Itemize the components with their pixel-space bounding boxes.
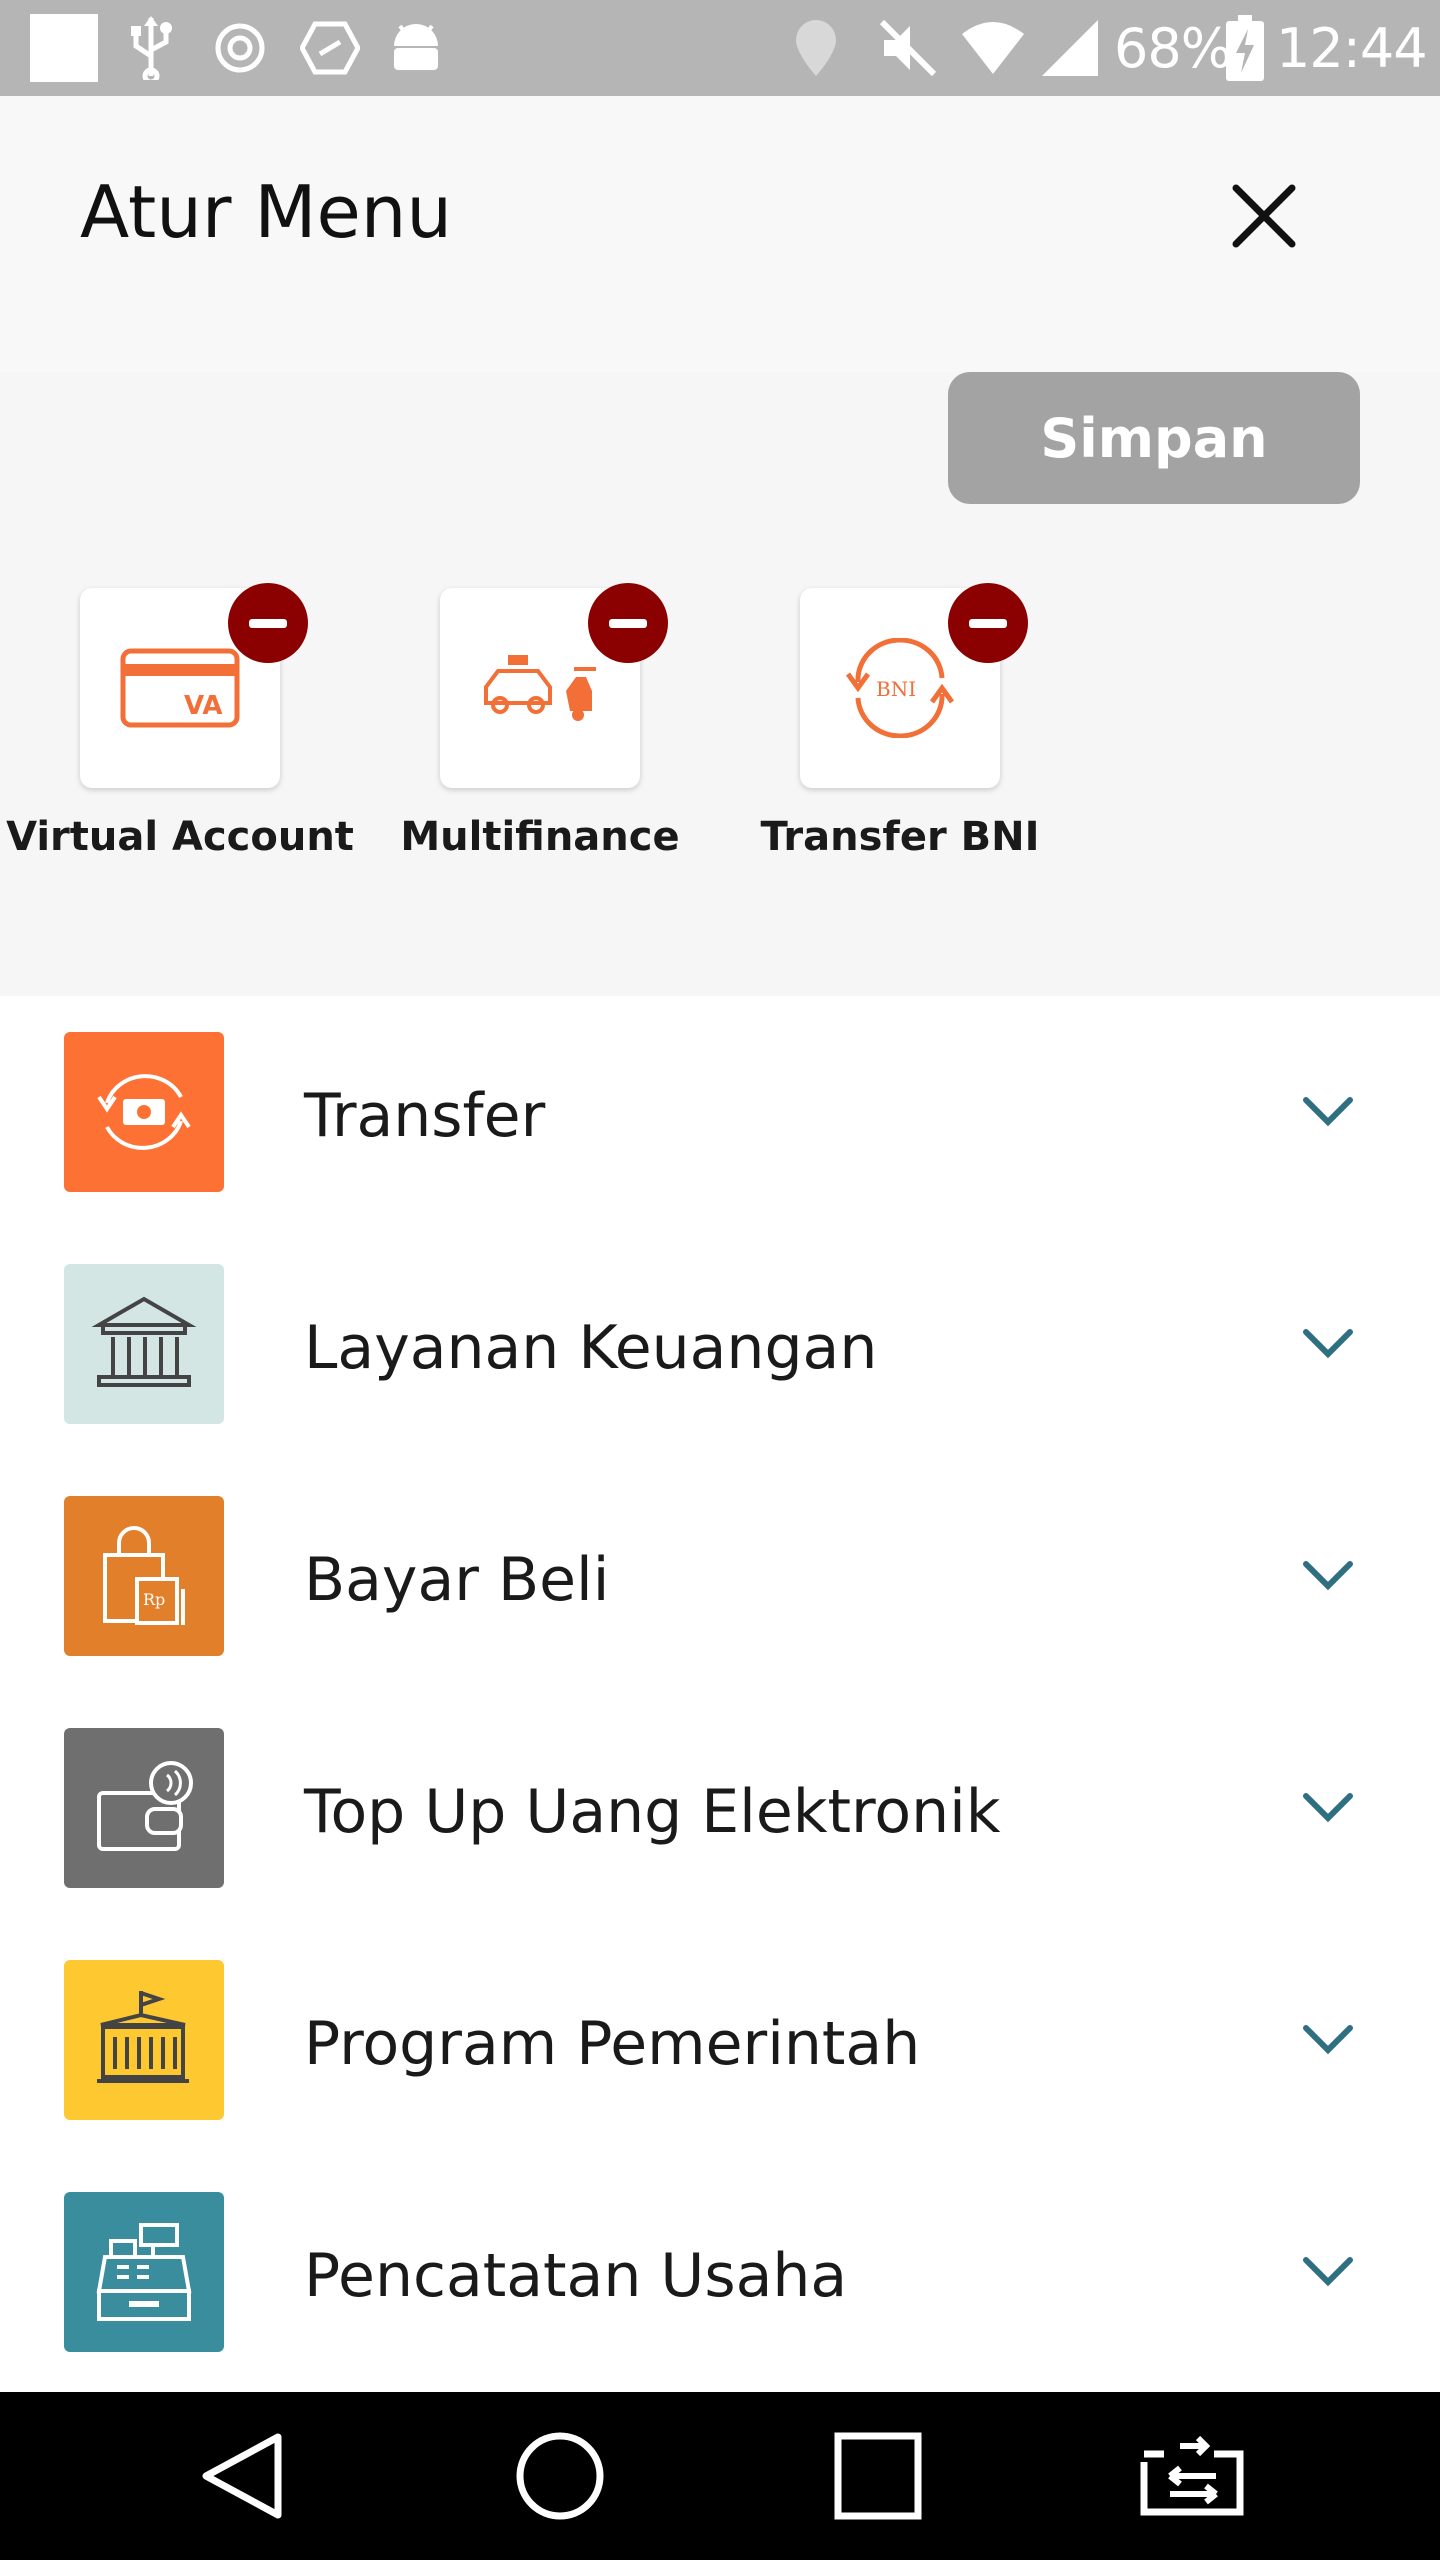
category-bayar-beli[interactable]: Rp Bayar Beli (0, 1464, 1440, 1696)
transfer-icon (97, 1074, 191, 1150)
category-label: Top Up Uang Elektronik (304, 1777, 1001, 1847)
status-bar: 68% 12:44 (0, 0, 1440, 96)
home-icon (516, 2432, 604, 2520)
category-icon-box (64, 1960, 224, 2120)
category-icon-box (64, 2192, 224, 2352)
usb-icon (126, 0, 176, 96)
home-button[interactable] (514, 2392, 606, 2560)
transfer-bni-icon: BNI (845, 638, 955, 738)
government-building-icon (97, 1991, 189, 2083)
selected-item-label: Virtual Account (6, 814, 354, 860)
remove-item-button[interactable] (588, 583, 668, 663)
e-wallet-icon (97, 1761, 193, 1851)
battery-charging-icon (1226, 0, 1264, 96)
category-program-pemerintah[interactable]: Program Pemerintah (0, 1928, 1440, 2160)
selected-item-label: Transfer BNI (760, 814, 1040, 860)
category-transfer[interactable]: Transfer (0, 1000, 1440, 1232)
recents-button[interactable] (834, 2392, 922, 2560)
cash-register-icon (96, 2223, 192, 2321)
back-icon (202, 2433, 282, 2519)
close-icon (1232, 184, 1296, 248)
remove-item-button[interactable] (228, 583, 308, 663)
square-icon (30, 0, 98, 96)
android-icon (388, 0, 444, 96)
category-icon-box: Rp (64, 1496, 224, 1656)
svg-text:BNI: BNI (876, 677, 916, 701)
category-label: Program Pemerintah (304, 2009, 921, 2079)
clock: 12:44 (1276, 16, 1428, 80)
svg-text:Rp: Rp (143, 1590, 165, 1609)
category-label: Bayar Beli (304, 1545, 610, 1615)
selected-item-transfer-bni[interactable]: BNI Transfer BNI (720, 583, 1080, 908)
mute-icon (878, 0, 938, 96)
category-layanan-keuangan[interactable]: Layanan Keuangan (0, 1232, 1440, 1464)
chevron-down-icon[interactable] (1300, 2252, 1356, 2292)
navigation-bar (0, 2392, 1440, 2560)
gear-icon (212, 0, 268, 96)
chevron-down-icon[interactable] (1300, 1556, 1356, 1596)
location-icon (792, 0, 840, 96)
category-icon-box (64, 1032, 224, 1192)
shopping-bag-icon: Rp (103, 1526, 185, 1625)
wifi-icon (960, 0, 1026, 96)
close-button[interactable] (1224, 176, 1304, 256)
save-button[interactable]: Simpan (948, 372, 1360, 504)
category-icon-box (64, 1728, 224, 1888)
chevron-down-icon[interactable] (1300, 2020, 1356, 2060)
category-icon-box (64, 1264, 224, 1424)
category-label: Pencatatan Usaha (304, 2241, 848, 2311)
multifinance-icon (484, 655, 596, 721)
switch-app-button[interactable] (1140, 2392, 1248, 2560)
shield-icon (300, 0, 360, 96)
selected-item-label: Multifinance (400, 814, 680, 860)
header: Atur Menu (0, 96, 1440, 372)
chevron-down-icon[interactable] (1300, 1092, 1356, 1132)
bank-icon (91, 1296, 197, 1387)
remove-item-button[interactable] (948, 583, 1028, 663)
category-label: Transfer (304, 1081, 546, 1151)
switch-app-icon (1140, 2436, 1244, 2516)
battery-percent: 68% (1114, 16, 1232, 80)
category-pencatatan-usaha[interactable]: Pencatatan Usaha (0, 2160, 1440, 2392)
selected-item-virtual-account[interactable]: VA Virtual Account (0, 583, 360, 908)
virtual-account-icon: VA (120, 648, 240, 728)
selected-item-multifinance[interactable]: Multifinance (360, 583, 720, 908)
chevron-down-icon[interactable] (1300, 1788, 1356, 1828)
recents-icon (834, 2432, 922, 2520)
back-button[interactable] (200, 2392, 284, 2560)
category-label: Layanan Keuangan (304, 1313, 878, 1383)
svg-text:VA: VA (184, 691, 222, 721)
selected-menu-section: Simpan VA Virtual Account Multifinance B… (0, 372, 1440, 996)
chevron-down-icon[interactable] (1300, 1324, 1356, 1364)
signal-icon (1040, 0, 1100, 96)
page-title: Atur Menu (80, 170, 453, 254)
category-top-up-uang-elektronik[interactable]: Top Up Uang Elektronik (0, 1696, 1440, 1928)
